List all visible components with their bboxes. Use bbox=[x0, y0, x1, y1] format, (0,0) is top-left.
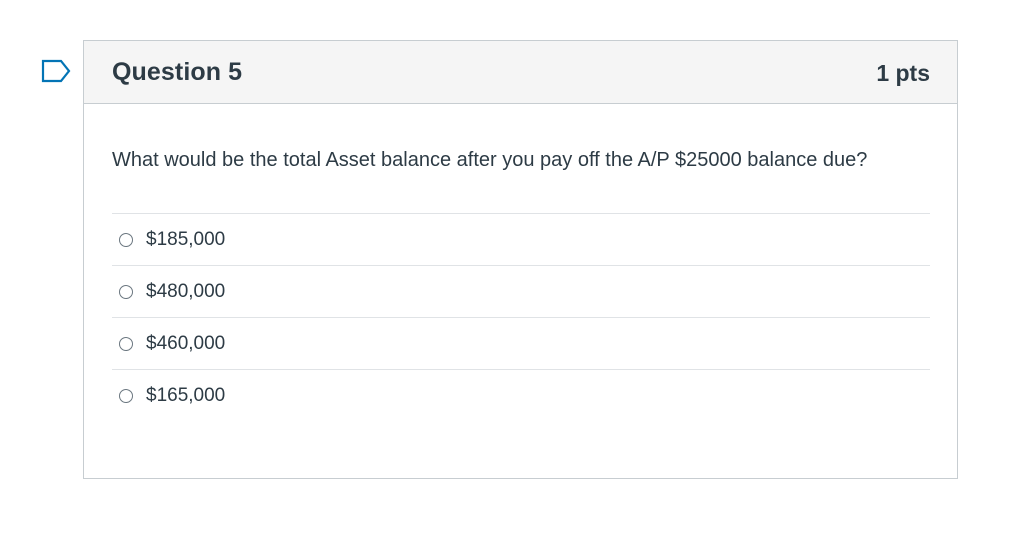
flag-question-icon[interactable] bbox=[41, 59, 71, 83]
question-points: 1 pts bbox=[876, 59, 930, 86]
answer-label: $185,000 bbox=[146, 228, 226, 250]
question-card: Question 5 1 pts What would be the total… bbox=[83, 40, 958, 479]
question-title: Question 5 bbox=[112, 57, 243, 86]
answer-option[interactable]: $165,000 bbox=[112, 370, 930, 422]
question-header: Question 5 1 pts bbox=[84, 41, 957, 104]
radio-button[interactable] bbox=[119, 232, 133, 247]
radio-button[interactable] bbox=[119, 336, 133, 351]
answer-option[interactable]: $185,000 bbox=[112, 214, 930, 266]
question-body: What would be the total Asset balance af… bbox=[84, 104, 957, 422]
answer-option[interactable]: $480,000 bbox=[112, 266, 930, 318]
answer-option[interactable]: $460,000 bbox=[112, 318, 930, 370]
answer-label: $165,000 bbox=[146, 385, 226, 406]
question-text: What would be the total Asset balance af… bbox=[112, 149, 868, 171]
radio-button[interactable] bbox=[119, 389, 133, 403]
radio-button[interactable] bbox=[119, 284, 133, 299]
answer-list: $185,000 $480,000 $460,000 $165,000 bbox=[112, 213, 930, 422]
answer-label: $480,000 bbox=[146, 280, 226, 302]
answer-label: $460,000 bbox=[146, 332, 226, 354]
